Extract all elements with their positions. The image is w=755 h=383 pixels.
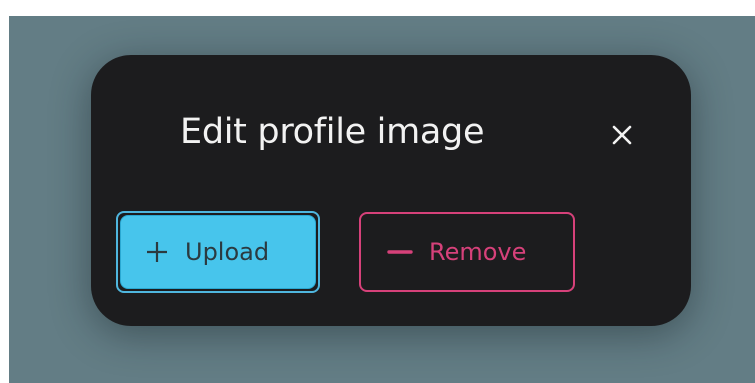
remove-button[interactable]: Remove: [359, 212, 575, 292]
upload-label: Upload: [185, 238, 270, 266]
dialog-title: Edit profile image: [180, 112, 485, 152]
plus-icon: [145, 240, 169, 264]
upload-button[interactable]: Upload: [120, 215, 316, 289]
close-button[interactable]: [600, 117, 644, 153]
close-icon: [611, 124, 633, 146]
minus-icon: [387, 240, 413, 264]
remove-label: Remove: [429, 238, 527, 266]
